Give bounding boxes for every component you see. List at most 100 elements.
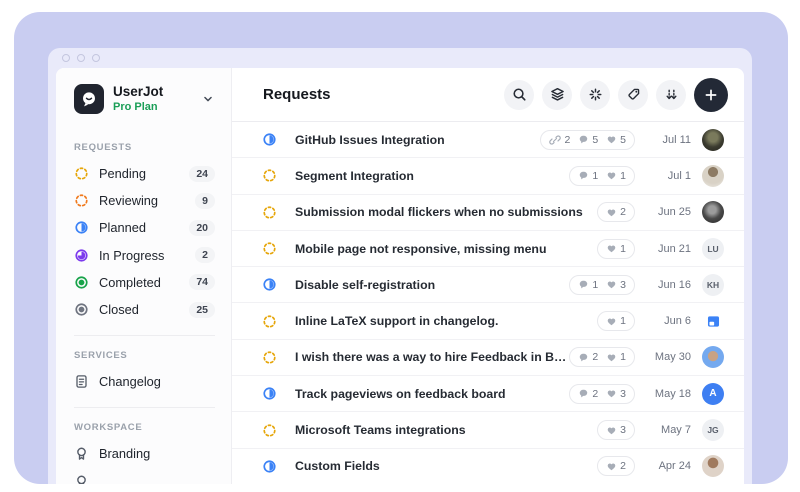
sidebar: UserJot Pro Plan REQUESTS Pending 24 Rev… (56, 68, 232, 484)
request-row[interactable]: GitHub Issues Integration 2 5 5 Jul 11 (232, 122, 744, 159)
sidebar-item-label: Completed (99, 274, 161, 290)
likes-badge: 5 (606, 134, 626, 146)
request-row[interactable]: Track pageviews on feedback board 2 3 Ma… (232, 376, 744, 413)
avatar (702, 201, 724, 224)
request-title: Submission modal flickers when no submis… (295, 205, 583, 220)
sidebar-item-planned[interactable]: Planned 20 (74, 214, 215, 241)
comment-icon (578, 388, 589, 399)
sidebar-item-label: Closed (99, 302, 139, 318)
request-title: Segment Integration (295, 168, 414, 183)
sidebar-item-clipped[interactable] (74, 468, 215, 485)
likes-badge: 1 (606, 170, 626, 182)
completed-status-icon (74, 275, 89, 290)
comment-icon (578, 134, 589, 145)
tag-icon (626, 87, 641, 102)
likes-badge: 2 (606, 206, 626, 218)
avatar (702, 346, 724, 369)
heart-icon (606, 207, 617, 218)
plus-icon (703, 87, 719, 103)
request-row[interactable]: Microsoft Teams integrations 3 May 7 JG (232, 412, 744, 449)
comments-badge: 5 (578, 134, 598, 146)
heart-icon (606, 425, 617, 436)
likes-badge: 3 (606, 279, 626, 291)
pending-status-icon (262, 205, 277, 220)
count-badge: 25 (189, 301, 215, 318)
likes-badge: 1 (606, 243, 626, 255)
heart-icon (606, 388, 617, 399)
request-date: May 7 (661, 424, 691, 437)
request-title: Disable self-registration (295, 277, 436, 292)
engagement-pill: 2 1 (569, 347, 635, 368)
sidebar-divider (74, 335, 215, 337)
sidebar-item-closed[interactable]: Closed 25 (74, 296, 215, 323)
pending-status-icon (262, 168, 277, 183)
engagement-pill: 2 (597, 456, 635, 477)
request-row[interactable]: Disable self-registration 1 3 Jun 16 KH (232, 267, 744, 304)
avatar-initials: LU (702, 237, 724, 260)
request-date: Jul 11 (662, 133, 691, 146)
window-maximize-icon[interactable] (92, 54, 100, 62)
request-title: I wish there was a way to hire Feedback … (295, 350, 570, 365)
in-progress-status-icon (74, 248, 89, 263)
sidebar-item-reviewing[interactable]: Reviewing 9 (74, 187, 215, 214)
avatar-image-icon (702, 310, 724, 333)
request-row[interactable]: Segment Integration 1 1 Jul 1 (232, 158, 744, 195)
engagement-pill: 1 (597, 311, 635, 332)
avatar-initials: JG (702, 419, 724, 442)
requests-list: GitHub Issues Integration 2 5 5 Jul 11 S… (232, 122, 744, 484)
engagement-pill: 2 5 5 (540, 129, 635, 150)
links-badge: 2 (549, 134, 570, 146)
sort-button[interactable] (656, 79, 686, 110)
planned-status-icon (74, 220, 89, 235)
section-label-requests: REQUESTS (74, 142, 132, 153)
add-request-button[interactable] (694, 77, 728, 112)
pending-status-icon (262, 350, 277, 365)
changelog-icon (74, 374, 89, 389)
request-date: May 18 (654, 387, 691, 400)
userjot-logo (74, 84, 104, 114)
request-date: Jul 1 (667, 169, 691, 182)
status-filter-button[interactable] (580, 79, 610, 110)
comment-icon (578, 279, 589, 290)
page-title: Requests (263, 86, 331, 103)
request-row[interactable]: Submission modal flickers when no submis… (232, 194, 744, 231)
search-icon (512, 87, 527, 102)
sidebar-item-pending[interactable]: Pending 24 (74, 160, 215, 187)
heart-icon (606, 352, 617, 363)
pending-status-icon (262, 314, 277, 329)
engagement-pill: 3 (597, 420, 635, 441)
tag-filter-button[interactable] (618, 79, 648, 110)
workspace-switcher[interactable]: UserJot Pro Plan (74, 84, 215, 114)
sidebar-item-completed[interactable]: Completed 74 (74, 269, 215, 296)
request-row[interactable]: Inline LaTeX support in changelog. 1 Jun… (232, 303, 744, 340)
request-row[interactable]: I wish there was a way to hire Feedback … (232, 339, 744, 377)
boards-filter-button[interactable] (542, 79, 572, 110)
count-badge: 74 (189, 274, 215, 291)
request-row[interactable]: Custom Fields 2 Apr 24 (232, 448, 744, 484)
search-button[interactable] (504, 79, 534, 110)
planned-status-icon (262, 277, 277, 292)
likes-badge: 3 (606, 388, 626, 400)
sidebar-item-branding[interactable]: Branding (74, 440, 215, 467)
window-close-icon[interactable] (62, 54, 70, 62)
request-row[interactable]: Mobile page not responsive, missing menu… (232, 230, 744, 268)
comments-badge: 1 (578, 170, 598, 182)
app-content: UserJot Pro Plan REQUESTS Pending 24 Rev… (56, 68, 744, 484)
sidebar-item-changelog[interactable]: Changelog (74, 368, 215, 395)
sidebar-item-in-progress[interactable]: In Progress 2 (74, 242, 215, 269)
main-panel: Requests GitHub Issues Integration 2 5 5… (232, 68, 744, 484)
heart-icon (606, 461, 617, 472)
branding-icon (74, 446, 89, 461)
layers-icon (550, 87, 565, 102)
comments-badge: 1 (578, 279, 598, 291)
request-title: GitHub Issues Integration (295, 132, 445, 147)
request-title: Inline LaTeX support in changelog. (295, 314, 499, 329)
request-date: Jun 21 (657, 242, 691, 255)
sidebar-item-label: Pending (99, 166, 146, 182)
comment-icon (578, 352, 589, 363)
request-title: Mobile page not responsive, missing menu (295, 241, 547, 256)
window-minimize-icon[interactable] (77, 54, 85, 62)
closed-status-icon (74, 302, 89, 317)
request-date: Apr 24 (658, 460, 691, 473)
sidebar-item-label: Changelog (99, 374, 161, 390)
